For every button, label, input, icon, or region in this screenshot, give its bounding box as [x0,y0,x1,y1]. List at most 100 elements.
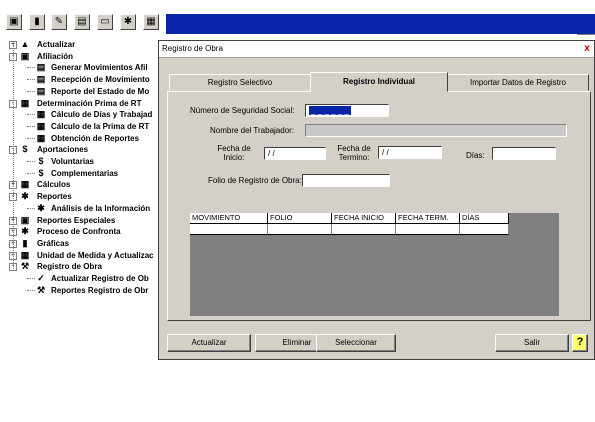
tree-item-label: Reporte del Estado de Mo [51,86,150,96]
tree-item-label: Reportes [37,192,72,202]
close-button[interactable]: x [580,42,594,56]
tree-item[interactable]: ▦ Obtención de Reportes [0,133,158,144]
grid-header-movimiento[interactable]: MOVIMIENTO [190,213,268,224]
tree-item[interactable]: - ▣ Afiliación [0,51,158,62]
tree-item-label: Complementarias [51,168,119,178]
fecha-inicio-field[interactable]: / / [264,147,326,160]
tree-item[interactable]: ⚒ Reportes Registro de Obr [0,285,158,296]
tree-connector [27,289,35,291]
salir-button[interactable]: Salir [495,334,569,352]
tree-item[interactable]: ▤ Recepción de Movimiento [0,74,158,85]
tree-item[interactable]: $ Voluntarias [0,156,158,167]
background-window-titlebar [166,14,595,34]
dias-label: Días: [466,151,485,160]
tree-item[interactable]: - $ Aportaciones [0,144,158,155]
tab-registro-individual[interactable]: Registro Individual [310,72,448,92]
tree-item[interactable]: ▤ Generar Movimientos Afil [0,62,158,73]
tree-item[interactable]: ▦ Cálculo de Días y Trabajad [0,109,158,120]
folio-label: Folio de Registro de Obra: [208,176,302,185]
tab-importar-datos[interactable]: Importar Datos de Registro [447,74,589,91]
save-icon[interactable]: ▤ [74,14,90,30]
notepad-icon[interactable]: ✎ [51,14,67,30]
grid-cell[interactable] [396,224,460,235]
nombre-label: Nombre del Trabajador: [210,126,295,135]
tree-item-label: Aportaciones [37,145,89,155]
tree-node-icon: ▦ [20,249,30,260]
grid-cell[interactable] [268,224,332,235]
tree-item[interactable]: + ▲ Actualizar [0,39,158,50]
tree-item[interactable]: ✱ Análisis de la Información [0,203,158,214]
fecha-termino-label: Fecha de Termino: [337,144,371,162]
tree-item-label: Obtención de Reportes [51,133,140,143]
tree-item[interactable]: + ▣ Reportes Especiales [0,215,158,226]
tree-item-label: Reportes Especiales [37,215,116,225]
tree-item-label: Recepción de Movimiento [51,75,150,85]
tree-node-icon: ▣ [20,50,30,61]
nss-value: _ _ _ _ _ _ [309,106,351,115]
tree-item[interactable]: ▤ Reporte del Estado de Mo [0,86,158,97]
tree-node-icon: $ [38,156,44,166]
fecha-termino-field[interactable]: / / [378,146,442,159]
tree-node-icon: ▤ [36,85,46,96]
tree-connector [27,125,35,127]
grid-header-fecha-term[interactable]: FECHA TERM. [396,213,460,224]
tree-connector [27,278,35,279]
main-toolbar: ▣ ▮ ✎ ▤ ▭ ✱ ▦ [0,0,595,40]
seleccionar-button[interactable]: Seleccionar [316,334,396,352]
nss-label: Número de Seguridad Social: [190,106,295,115]
tree-item-label: Cálculo de Días y Trabajad [51,110,153,120]
network-icon[interactable]: ▦ [143,14,159,30]
tree-item-label: Generar Movimientos Afil [51,63,148,73]
tree-item[interactable]: $ Complementarias [0,168,158,179]
dias-field[interactable] [492,147,556,160]
tree-item-label: Registro de Obra [37,262,102,272]
tree-node-icon: ▮ [22,237,28,248]
nss-field[interactable]: _ _ _ _ _ _ [305,104,389,117]
chart-icon[interactable]: ▮ [29,14,45,30]
tree-node-icon: ✱ [21,226,29,237]
movimientos-grid[interactable]: MOVIMIENTO FOLIO FECHA INICIO FECHA TERM… [190,213,559,316]
tree-connector [27,114,35,116]
tree-item[interactable]: ▦ Cálculo de la Prima de RT [0,121,158,132]
tree-item-label: Actualizar Registro de Ob [51,274,149,283]
tree-node-icon: ✱ [21,191,29,202]
tree-item-label: Unidad de Medida y Actualizac [37,250,154,260]
tree-item[interactable]: - ⚒ Registro de Obra [0,261,158,272]
tree-connector [27,137,35,139]
tree-item[interactable]: + ▮ Gráficas [0,238,158,249]
actualizar-button[interactable]: Actualizar [167,334,251,352]
tree-node-icon: ▤ [36,62,46,73]
tab-registro-selectivo[interactable]: Registro Selectivo [169,74,311,91]
grid-cell[interactable] [460,224,509,235]
tree-connector [13,45,14,270]
tree-item[interactable]: ✓ Actualizar Registro de Ob [0,273,158,284]
tree-node-icon: ✱ [37,202,45,213]
grid-cell[interactable] [190,224,268,235]
tree-node-icon: ▦ [36,109,46,120]
workstation-icon[interactable]: ▣ [6,14,22,30]
dialog-title: Registro de Obra [162,44,223,53]
tab-panel: Número de Seguridad Social: _ _ _ _ _ _ … [167,91,591,321]
tree-item[interactable]: + ✱ Proceso de Confronta [0,226,158,237]
nombre-field [305,124,567,137]
print-icon[interactable]: ▭ [97,14,113,30]
tree-node-icon: $ [22,144,28,155]
tree-connector [27,207,35,209]
grid-cell[interactable] [332,224,396,235]
tree-connector [27,67,35,69]
grid-header-folio[interactable]: FOLIO [268,213,332,224]
tree-item-label: Proceso de Confronta [37,227,121,237]
grid-header-fecha-inicio[interactable]: FECHA INICIO [332,213,396,224]
tree-connector [27,90,35,92]
tree-node-icon: ▲ [20,39,30,49]
tree-item[interactable]: + ▦ Unidad de Medida y Actualizac [0,250,158,261]
tree-item[interactable]: + ▦ Cálculos [0,179,158,190]
folio-field[interactable] [302,174,390,187]
tree-item-label: Gráficas [37,238,70,248]
tools-icon[interactable]: ✱ [120,14,136,30]
grid-header-dias[interactable]: DÍAS [460,213,509,224]
tree-item[interactable]: - ▦ Determinación Prima de RT [0,98,158,109]
tree-item[interactable]: - ✱ Reportes [0,191,158,202]
help-button[interactable]: ? [572,334,588,352]
navigation-tree: + ▲ Actualizar - ▣ Afiliación ▤ Generar Movimie… [0,37,158,347]
